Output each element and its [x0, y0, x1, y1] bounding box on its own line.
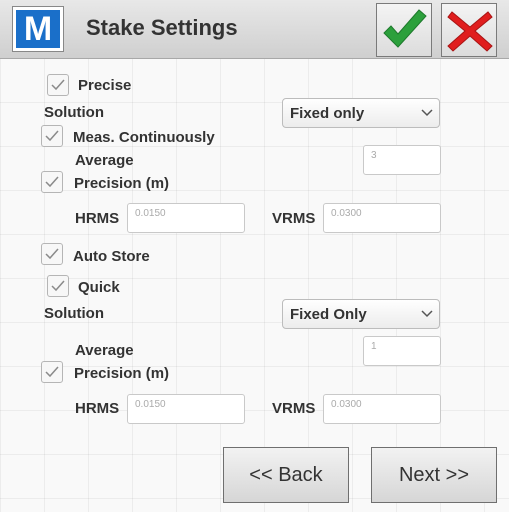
quick-precision-label: Precision (m)	[74, 365, 170, 382]
quick-vrms-input[interactable]: 0.0300	[323, 394, 441, 424]
precise-solution-value: Fixed only	[290, 105, 365, 122]
quick-solution-select[interactable]: Fixed Only	[282, 299, 440, 329]
quick-hrms-label: HRMS	[75, 400, 120, 417]
logo-letter: M	[16, 10, 60, 48]
next-button[interactable]: Next >>	[371, 447, 497, 503]
auto-store-label: Auto Store	[73, 248, 150, 265]
precise-solution-label: Solution	[44, 104, 104, 121]
check-icon	[45, 366, 59, 378]
quick-vrms-label: VRMS	[272, 400, 316, 417]
quick-label: Quick	[78, 279, 120, 296]
check-icon	[45, 176, 59, 188]
check-icon	[45, 130, 59, 142]
precise-average-input[interactable]: 3	[363, 145, 441, 175]
check-icon	[51, 280, 65, 292]
checkmark-icon	[383, 9, 427, 48]
accept-button[interactable]	[376, 3, 432, 57]
precise-average-label: Average	[75, 152, 134, 169]
chevron-down-icon	[421, 109, 433, 117]
precise-hrms-input[interactable]: 0.0150	[127, 203, 245, 233]
precise-precision-label: Precision (m)	[74, 175, 170, 192]
precise-checkbox[interactable]	[47, 74, 69, 96]
check-icon	[45, 248, 59, 260]
page-title: Stake Settings	[86, 15, 238, 40]
precise-vrms-label: VRMS	[272, 210, 316, 227]
precise-precision-checkbox[interactable]	[41, 171, 63, 193]
precise-solution-select[interactable]: Fixed only	[282, 98, 440, 128]
precise-hrms-label: HRMS	[75, 210, 120, 227]
quick-average-label: Average	[75, 342, 134, 359]
quick-solution-value: Fixed Only	[290, 306, 367, 323]
quick-hrms-input[interactable]: 0.0150	[127, 394, 245, 424]
cancel-button[interactable]	[441, 3, 497, 57]
quick-precision-checkbox[interactable]	[41, 361, 63, 383]
meas-continuously-checkbox[interactable]	[41, 125, 63, 147]
menu-logo-button[interactable]: M	[12, 6, 64, 52]
auto-store-checkbox[interactable]	[41, 243, 63, 265]
quick-average-input[interactable]: 1	[363, 336, 441, 366]
header-bar: M Stake Settings	[0, 0, 509, 59]
chevron-down-icon	[421, 310, 433, 318]
close-icon	[447, 11, 493, 52]
precise-vrms-input[interactable]: 0.0300	[323, 203, 441, 233]
precise-label: Precise	[78, 77, 132, 94]
meas-continuously-label: Meas. Continuously	[73, 129, 215, 146]
back-button[interactable]: << Back	[223, 447, 349, 503]
check-icon	[51, 79, 65, 91]
quick-solution-label: Solution	[44, 305, 104, 322]
quick-checkbox[interactable]	[47, 275, 69, 297]
